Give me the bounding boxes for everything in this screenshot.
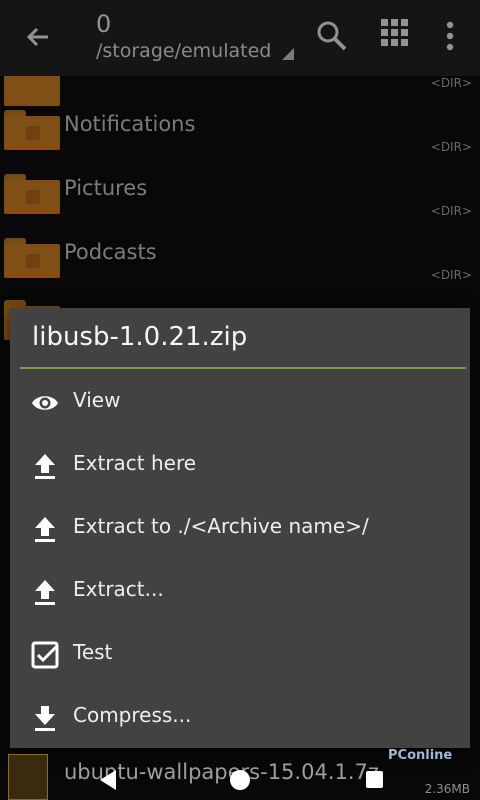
menu-item-compress[interactable]: Compress... [10, 685, 470, 748]
nav-recents-icon[interactable] [366, 771, 383, 788]
checkbox-icon [31, 641, 59, 669]
menu-item-extract[interactable]: Extract... [10, 559, 470, 622]
upload-icon [35, 454, 55, 479]
menu-item-label: Compress... [73, 703, 192, 727]
eye-icon [32, 396, 58, 410]
menu-item-label: Extract... [73, 577, 164, 601]
nav-home-icon[interactable] [230, 770, 250, 790]
menu-item-extract-to[interactable]: Extract to ./<Archive name>/ [10, 496, 470, 559]
upload-icon [35, 517, 55, 542]
menu-item-view[interactable]: View [10, 370, 470, 433]
title-divider [20, 367, 466, 369]
menu-item-label: View [73, 388, 121, 412]
menu-item-label: Test [73, 640, 113, 664]
menu-item-label: Extract to ./<Archive name>/ [73, 514, 369, 538]
nav-back-icon[interactable] [98, 768, 118, 792]
system-nav-bar [0, 760, 480, 800]
menu-item-label: Extract here [73, 451, 197, 475]
menu-item-extract-here[interactable]: Extract here [10, 433, 470, 496]
archive-options-dialog: libusb-1.0.21.zip View Extract here Extr… [10, 308, 470, 748]
download-icon [35, 706, 55, 731]
dialog-title: libusb-1.0.21.zip [32, 322, 248, 352]
upload-icon [35, 580, 55, 605]
watermark-logo: PConline [388, 748, 453, 763]
menu-item-test[interactable]: Test [10, 622, 470, 685]
